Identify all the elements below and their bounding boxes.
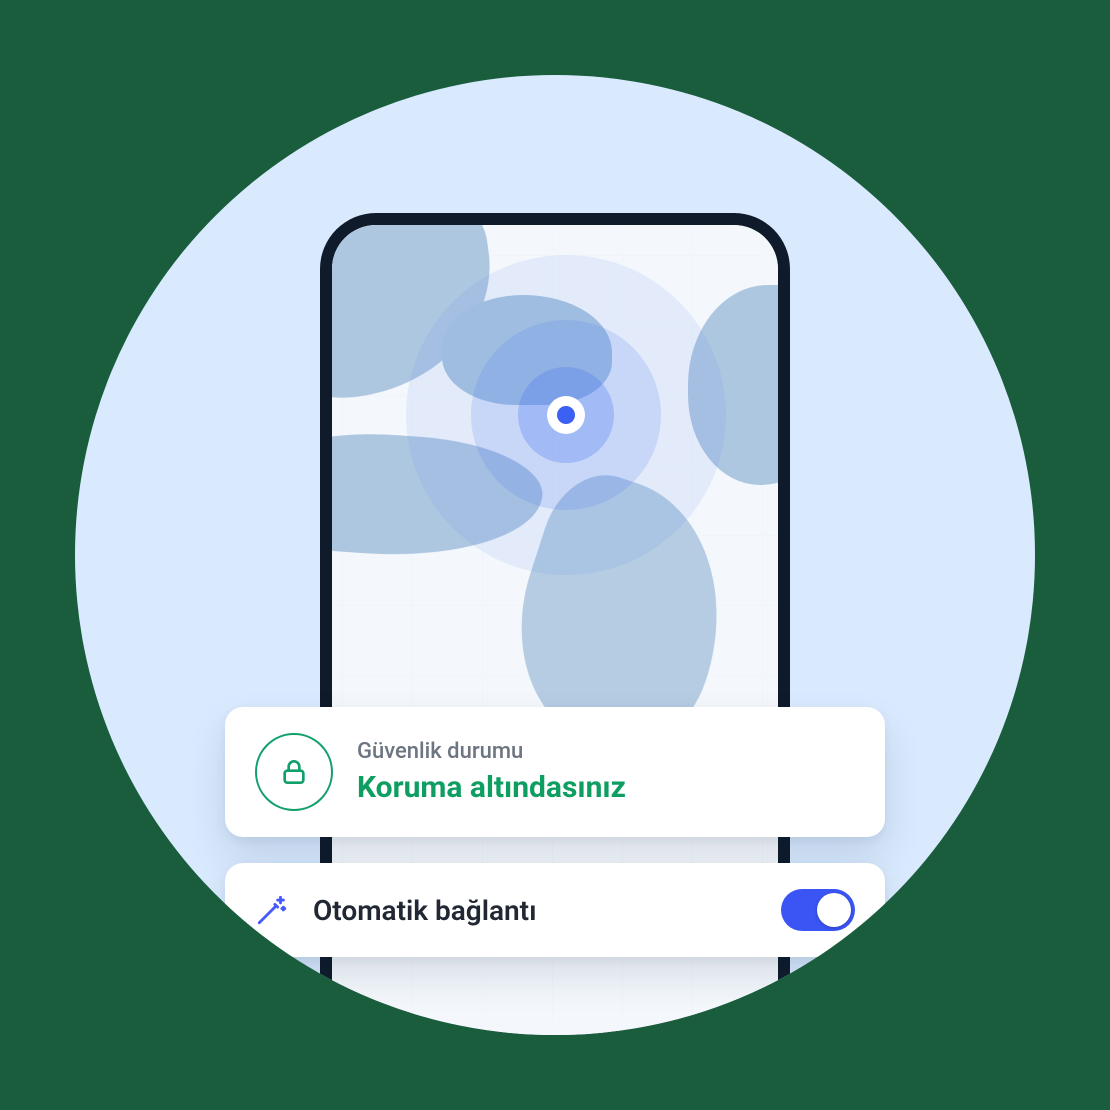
location-dot-icon [547,396,585,434]
magic-wand-icon [255,893,289,927]
security-status-label: Güvenlik durumu [357,739,626,764]
lock-icon [255,733,333,811]
promo-stage: Güvenlik durumu Koruma altındasınız Otom [75,75,1035,1035]
security-status-value: Koruma altındasınız [357,770,626,805]
floating-cards: Güvenlik durumu Koruma altındasınız Otom [225,707,885,957]
background-circle: Güvenlik durumu Koruma altındasınız Otom [75,75,1035,1035]
autoconnect-label: Otomatik bağlantı [313,894,757,927]
autoconnect-toggle[interactable] [781,889,855,931]
security-status-card: Güvenlik durumu Koruma altındasınız [225,707,885,837]
autoconnect-card: Otomatik bağlantı [225,863,885,957]
